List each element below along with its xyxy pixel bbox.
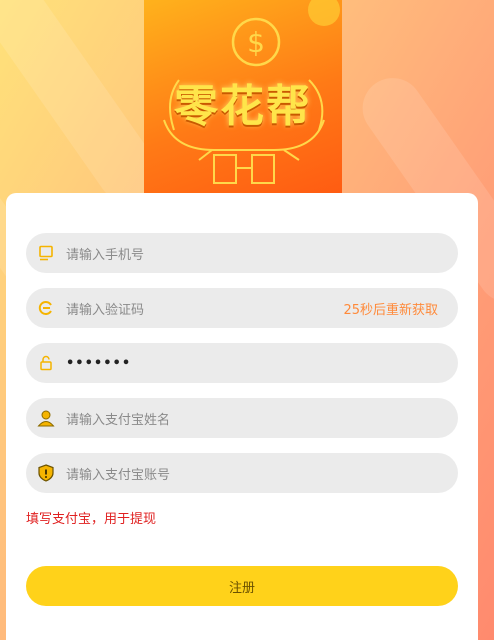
phone-icon [26, 233, 66, 273]
app-banner: $ 零花帮 [144, 0, 342, 200]
alipay-account-input[interactable]: 请输入支付宝账号 [66, 464, 170, 483]
alipay-hint-text: 填写支付宝，用于提现 [26, 512, 157, 527]
verification-code-field[interactable]: 请输入验证码 25秒后重新获取 [26, 288, 458, 328]
alipay-name-field[interactable]: 请输入支付宝姓名 [26, 398, 458, 438]
svg-text:$: $ [247, 26, 265, 59]
password-input[interactable]: ••••••• [66, 356, 131, 371]
phone-field[interactable]: 请输入手机号 [26, 233, 458, 273]
alipay-name-input[interactable]: 请输入支付宝姓名 [66, 409, 170, 428]
user-icon [26, 398, 66, 438]
phone-input[interactable]: 请输入手机号 [66, 244, 144, 263]
register-form: 请输入手机号 请输入验证码 25秒后重新获取 ••••••• 请输入支付宝姓名 … [6, 193, 478, 640]
alipay-account-field[interactable]: 请输入支付宝账号 [26, 453, 458, 493]
password-field[interactable]: ••••••• [26, 343, 458, 383]
lock-icon [26, 343, 66, 383]
resend-code-button[interactable]: 25秒后重新获取 [343, 288, 438, 328]
shield-icon [26, 453, 66, 493]
verification-code-input[interactable]: 请输入验证码 [66, 299, 144, 318]
register-page: $ 零花帮 请输入手机号 请输入验证码 25秒后重新获取 ••••••• 请输入… [0, 0, 494, 640]
code-icon [26, 288, 66, 328]
app-logo-title: 零花帮 [174, 81, 312, 132]
register-button[interactable]: 注册 [26, 566, 458, 606]
